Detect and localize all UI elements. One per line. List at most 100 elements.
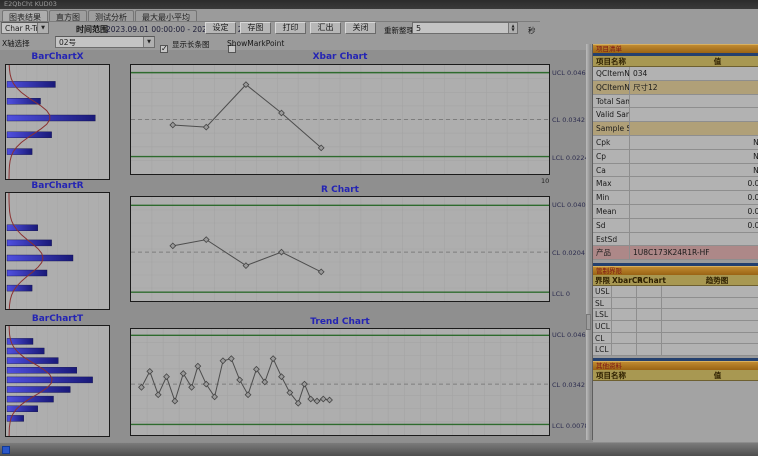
limit-row[interactable]: LCL bbox=[593, 344, 758, 356]
barchartt-title: BarChartT bbox=[5, 314, 110, 324]
limit-trend-cell bbox=[662, 344, 758, 355]
barchartr-plot bbox=[5, 192, 110, 310]
limit-trend-cell bbox=[662, 321, 758, 332]
row-value: 0.094 bbox=[630, 177, 758, 190]
row-value: 1U8C173K24R1R-HF bbox=[630, 246, 758, 259]
row-value: NaN bbox=[630, 136, 758, 149]
row-value bbox=[630, 108, 758, 121]
xaxis-select-label: X轴选择 bbox=[2, 38, 30, 49]
table-row[interactable]: Total Sam bbox=[593, 95, 758, 109]
limits-table-body: USLSLLSLUCLCLLCL bbox=[593, 286, 758, 356]
spinner-arrows-icon[interactable]: ▲▼ bbox=[508, 23, 517, 33]
table-row[interactable]: Valid Sam bbox=[593, 108, 758, 122]
limit-xbar-cell bbox=[612, 286, 637, 297]
row-label: Min bbox=[593, 191, 630, 204]
chevron-down-icon[interactable]: ▼ bbox=[37, 23, 48, 33]
time-range-label: 时间范围 bbox=[76, 24, 108, 35]
panel-splitter[interactable] bbox=[586, 44, 591, 440]
show-markpoint-label: ShowMarkPoint bbox=[227, 39, 284, 48]
row-label: Total Sam bbox=[593, 95, 630, 108]
table-row[interactable]: 产品1U8C173K24R1R-HF bbox=[593, 246, 758, 260]
table-row[interactable]: Sample Si bbox=[593, 122, 758, 136]
row-label: QCItemNa bbox=[593, 81, 630, 94]
limit-rchart-cell bbox=[637, 321, 662, 332]
limit-rchart-cell bbox=[637, 286, 662, 297]
items-col-name: 项目名称 bbox=[593, 56, 663, 66]
limit-trend-cell bbox=[662, 286, 758, 297]
window-title: E2QbCht KUD03 bbox=[0, 0, 758, 9]
limit-xbar-cell bbox=[612, 333, 637, 344]
limit-row-label: LSL bbox=[593, 309, 612, 320]
table-row[interactable]: Mean0.034 bbox=[593, 205, 758, 219]
r-chart-plot bbox=[130, 196, 550, 302]
limit-rchart-cell bbox=[637, 344, 662, 355]
save-image-button[interactable]: 存图 bbox=[240, 22, 271, 34]
show-bars-label: 显示长条图 bbox=[172, 39, 210, 50]
other-col-name: 项目名称 bbox=[593, 370, 663, 380]
chart-type-dropdown[interactable]: Char R-Trend ▼ bbox=[1, 22, 49, 34]
limits-col-trend[interactable]: 趋势图 bbox=[662, 275, 758, 285]
splitter-handle[interactable] bbox=[586, 314, 591, 330]
xbar-chart-title: Xbar Chart bbox=[130, 52, 550, 62]
table-row[interactable]: CpNaN bbox=[593, 150, 758, 164]
limit-rchart-cell bbox=[637, 298, 662, 309]
trend-chart-title: Trend Chart bbox=[130, 317, 550, 327]
row-value bbox=[630, 95, 758, 108]
chevron-down-icon[interactable]: ▼ bbox=[143, 37, 154, 47]
limit-row[interactable]: CL bbox=[593, 333, 758, 345]
barchartx-title: BarChartX bbox=[5, 52, 110, 62]
items-table-header: 项目名称 值 bbox=[593, 56, 758, 67]
table-row[interactable]: CpkNaN bbox=[593, 136, 758, 150]
row-label: Mean bbox=[593, 205, 630, 218]
row-value: 0.023 bbox=[630, 191, 758, 204]
close-button[interactable]: 关闭 bbox=[345, 22, 376, 34]
limits-col-xbar[interactable]: XbarCh bbox=[612, 275, 637, 285]
row-label: Ca bbox=[593, 164, 630, 177]
row-value bbox=[630, 122, 758, 135]
limit-xbar-cell bbox=[612, 321, 637, 332]
limit-row[interactable]: USL bbox=[593, 286, 758, 298]
export-button[interactable]: 汇出 bbox=[310, 22, 341, 34]
right-panel: 项目清单 项目名称 值 QCItemNo034QCItemNa尺寸12Total… bbox=[593, 44, 758, 442]
row-value: NaN bbox=[630, 164, 758, 177]
table-row[interactable]: QCItemNo034 bbox=[593, 67, 758, 81]
table-row[interactable]: Min0.023 bbox=[593, 191, 758, 205]
items-table-body: QCItemNo034QCItemNa尺寸12Total SamValid Sa… bbox=[593, 67, 758, 260]
row-label: EstSd bbox=[593, 233, 630, 246]
limit-row[interactable]: SL bbox=[593, 298, 758, 310]
other-table-body bbox=[593, 381, 758, 445]
table-row[interactable]: Max0.094 bbox=[593, 177, 758, 191]
start-button-icon[interactable] bbox=[2, 446, 10, 454]
limit-row[interactable]: LSL bbox=[593, 309, 758, 321]
other-col-value: 值 bbox=[663, 370, 758, 380]
table-row[interactable]: EstSd bbox=[593, 233, 758, 247]
refresh-interval-stepper[interactable]: 5 ▲▼ bbox=[412, 22, 518, 34]
limits-col-rchart[interactable]: RChart bbox=[637, 275, 662, 285]
table-row[interactable]: CaNaN bbox=[593, 164, 758, 178]
row-label: Sample Si bbox=[593, 122, 630, 135]
section-limits-header: 管制界限 bbox=[593, 266, 758, 275]
row-label: QCItemNo bbox=[593, 67, 630, 80]
r-chart-title: R Chart bbox=[130, 185, 550, 195]
limits-table-header: 界限 XbarCh RChart 趋势图 bbox=[593, 275, 758, 286]
table-row[interactable]: Sd0.003 bbox=[593, 219, 758, 233]
row-label: Cp bbox=[593, 150, 630, 163]
xbar-xaxis-max-tick: 10 bbox=[541, 177, 549, 185]
print-button[interactable]: 打印 bbox=[275, 22, 306, 34]
settings-button[interactable]: 设定 bbox=[205, 22, 236, 34]
limit-rchart-cell bbox=[637, 309, 662, 320]
refresh-interval-value: 5 bbox=[413, 23, 508, 33]
row-label: Max bbox=[593, 177, 630, 190]
limit-row-label: CL bbox=[593, 333, 612, 344]
xaxis-dropdown[interactable]: 02号 ▼ bbox=[55, 36, 155, 48]
table-row[interactable]: QCItemNa尺寸12 bbox=[593, 81, 758, 95]
row-label: Sd bbox=[593, 219, 630, 232]
limit-row[interactable]: UCL bbox=[593, 321, 758, 333]
chart-type-value: Char R-Trend bbox=[2, 24, 37, 33]
limit-xbar-cell bbox=[612, 344, 637, 355]
refresh-label: 重新整理 bbox=[384, 25, 414, 36]
row-label: 产品 bbox=[593, 246, 630, 259]
limit-xbar-cell bbox=[612, 298, 637, 309]
xaxis-value: 02号 bbox=[56, 37, 143, 48]
limit-trend-cell bbox=[662, 333, 758, 344]
